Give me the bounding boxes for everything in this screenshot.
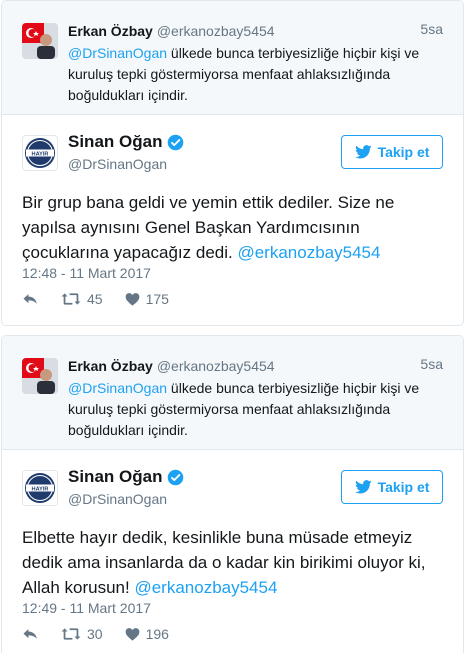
tweet-body: Bir grup bana geldi ve yemin ettik dedil…	[22, 190, 443, 265]
tweet-actions: 45 175	[22, 291, 191, 307]
retweet-icon	[61, 628, 81, 640]
main-tweet: HAYIR Sinan Oğan @DrSinanOgan Takip et B…	[2, 115, 463, 325]
retweet-icon	[61, 293, 81, 305]
author-block[interactable]: Sinan Oğan @DrSinanOgan	[68, 466, 184, 510]
reply-icon	[23, 294, 37, 304]
reply-action[interactable]	[22, 627, 39, 641]
retweet-action[interactable]: 30	[61, 626, 103, 642]
avatar[interactable]: HAYIR	[22, 470, 58, 506]
heart-icon	[125, 628, 139, 641]
author-handle[interactable]: @erkanozbay5454	[157, 358, 275, 374]
reply-context-tweet[interactable]: Erkan Özbay @erkanozbay5454 5sa @DrSinanO…	[2, 336, 463, 450]
reply-context-text: @DrSinanOgan ülkede bunca terbiyesizliğe…	[68, 378, 443, 441]
tweet-time[interactable]: 5sa	[420, 356, 443, 372]
retweet-count: 45	[87, 291, 103, 307]
verified-badge-icon	[168, 134, 184, 150]
heart-icon	[125, 293, 139, 306]
author-name[interactable]: Sinan Oğan	[68, 131, 162, 153]
verified-badge-icon	[168, 469, 184, 485]
embedded-tweet-card: Erkan Özbay @erkanozbay5454 5sa @DrSinanO…	[1, 0, 464, 326]
like-count: 196	[145, 626, 169, 642]
author-handle[interactable]: @erkanozbay5454	[157, 23, 275, 39]
author-name[interactable]: Sinan Oğan	[68, 466, 162, 488]
author-handle[interactable]: @DrSinanOgan	[68, 488, 184, 510]
mention-link[interactable]: @erkanozbay5454	[134, 578, 277, 597]
avatar-badge-text: HAYIR	[32, 486, 49, 492]
follow-label: Takip et	[377, 144, 430, 160]
reply-icon	[23, 629, 37, 639]
reply-action[interactable]	[22, 292, 39, 306]
avatar[interactable]	[22, 358, 58, 394]
like-action[interactable]: 196	[125, 626, 169, 642]
tweet-actions: 30 196	[22, 626, 191, 642]
author-name[interactable]: Erkan Özbay	[68, 23, 153, 39]
twitter-bird-icon	[354, 145, 372, 159]
avatar-badge-text: HAYIR	[32, 151, 49, 157]
tweet-timestamp[interactable]: 12:48 - 11 Mart 2017	[22, 265, 151, 281]
main-tweet: HAYIR Sinan Oğan @DrSinanOgan Takip et E…	[2, 450, 463, 653]
avatar[interactable]: HAYIR	[22, 135, 58, 171]
like-action[interactable]: 175	[125, 291, 169, 307]
mention-link[interactable]: @erkanozbay5454	[237, 243, 380, 262]
follow-button[interactable]: Takip et	[341, 135, 443, 169]
retweet-count: 30	[87, 626, 103, 642]
mention-link[interactable]: @DrSinanOgan	[68, 380, 167, 396]
like-count: 175	[145, 291, 169, 307]
reply-context-header: Erkan Özbay @erkanozbay5454	[68, 356, 443, 376]
tweet-time[interactable]: 5sa	[420, 21, 443, 37]
author-block[interactable]: Sinan Oğan @DrSinanOgan	[68, 131, 184, 175]
mention-link[interactable]: @DrSinanOgan	[68, 45, 167, 61]
avatar[interactable]	[22, 23, 58, 59]
retweet-action[interactable]: 45	[61, 291, 103, 307]
author-handle[interactable]: @DrSinanOgan	[68, 153, 184, 175]
embedded-tweet-card: Erkan Özbay @erkanozbay5454 5sa @DrSinanO…	[1, 335, 464, 653]
author-name[interactable]: Erkan Özbay	[68, 358, 153, 374]
reply-context-text: @DrSinanOgan ülkede bunca terbiyesizliğe…	[68, 43, 443, 106]
follow-button[interactable]: Takip et	[341, 470, 443, 504]
twitter-bird-icon	[354, 480, 372, 494]
tweet-timestamp[interactable]: 12:49 - 11 Mart 2017	[22, 600, 151, 616]
reply-context-tweet[interactable]: Erkan Özbay @erkanozbay5454 5sa @DrSinanO…	[2, 1, 463, 115]
reply-context-header: Erkan Özbay @erkanozbay5454	[68, 21, 443, 41]
follow-label: Takip et	[377, 479, 430, 495]
tweet-body: Elbette hayır dedik, kesinlikle buna müs…	[22, 525, 443, 600]
